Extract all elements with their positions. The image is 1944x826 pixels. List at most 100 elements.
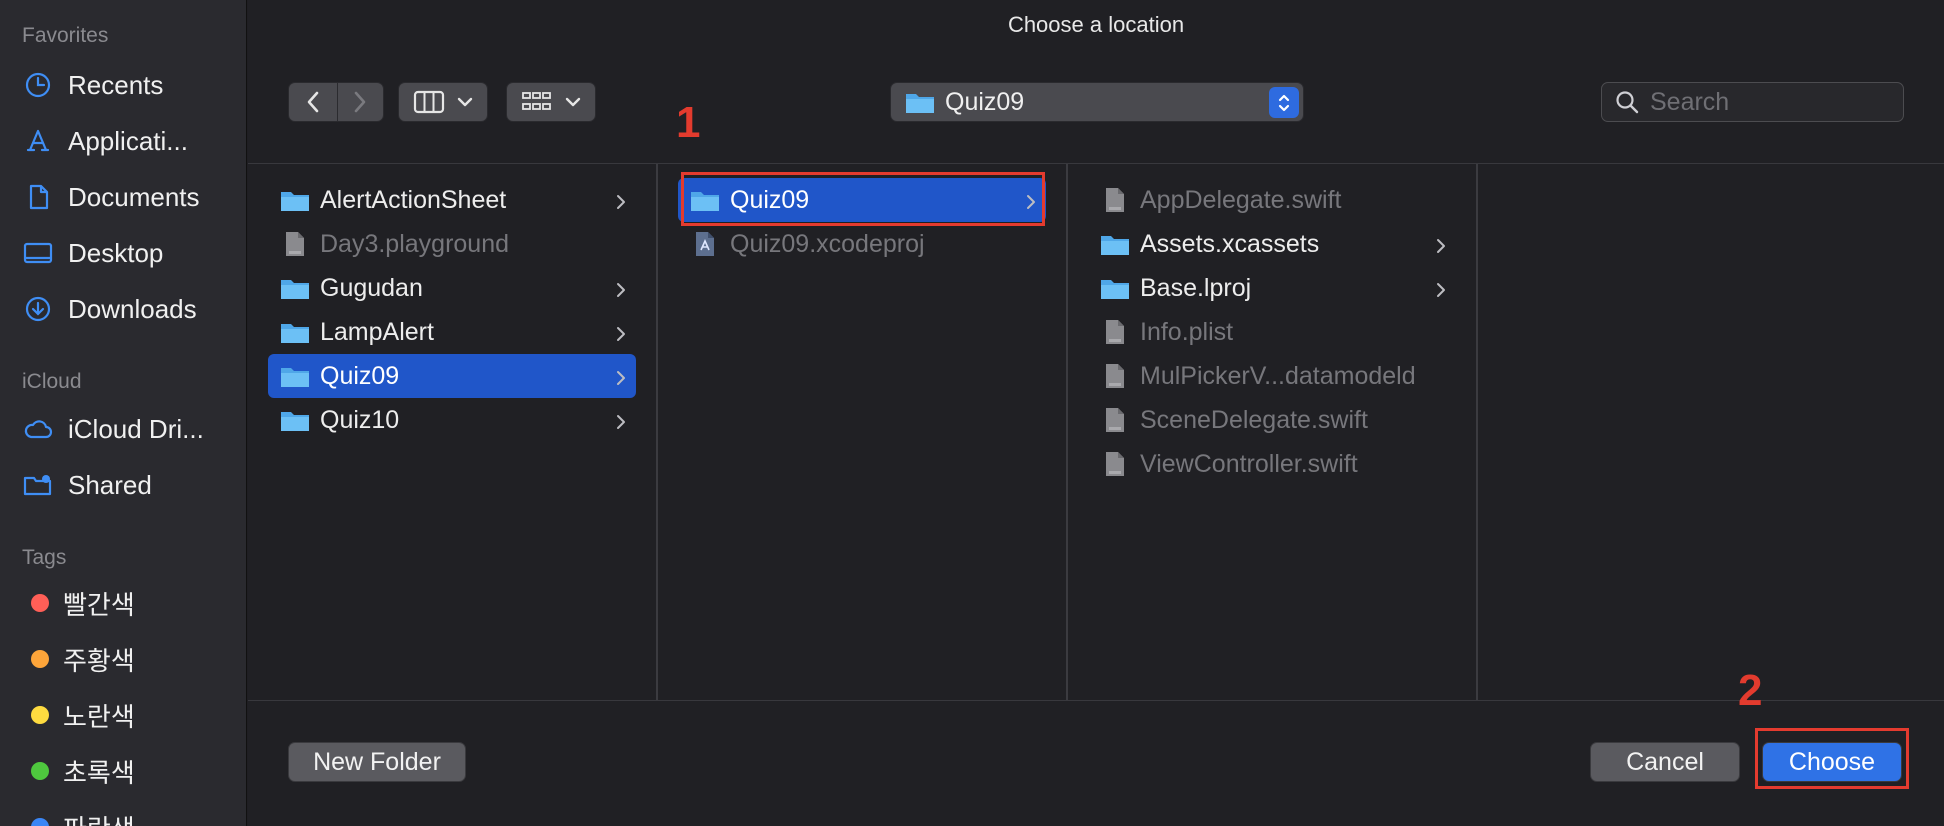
list-item-label: AppDelegate.swift bbox=[1140, 185, 1342, 214]
column-divider bbox=[1066, 164, 1068, 700]
chevron-down-icon bbox=[565, 97, 581, 107]
list-item[interactable]: Day3.playground bbox=[268, 222, 636, 266]
sidebar-item-shared[interactable]: Shared bbox=[22, 465, 152, 505]
view-mode-button[interactable] bbox=[398, 82, 488, 122]
list-item-label: Info.plist bbox=[1140, 317, 1234, 346]
list-item-label: Day3.playground bbox=[320, 229, 510, 258]
sidebar-item-label: Desktop bbox=[68, 237, 164, 268]
chevron-right-icon bbox=[1436, 277, 1446, 306]
list-item[interactable]: Quiz09.xcodeproj bbox=[678, 222, 1046, 266]
sidebar-item-label: Shared bbox=[68, 469, 152, 500]
chevron-right-icon bbox=[354, 91, 365, 113]
folder-icon bbox=[280, 275, 310, 301]
sidebar-tag-blue[interactable]: 파란색 bbox=[22, 807, 135, 826]
back-button[interactable] bbox=[289, 83, 336, 121]
chevron-right-icon bbox=[616, 321, 626, 350]
tag-color-dot bbox=[31, 650, 49, 668]
list-item[interactable]: Info.plist bbox=[1088, 310, 1456, 354]
list-item[interactable]: Gugudan bbox=[268, 266, 636, 310]
list-item-label: Assets.xcassets bbox=[1140, 229, 1320, 258]
list-item[interactable]: AlertActionSheet bbox=[268, 178, 636, 222]
list-item[interactable]: MulPickerV...datamodeld bbox=[1088, 354, 1456, 398]
step-2-label: 2 bbox=[1738, 666, 1763, 715]
list-item[interactable]: Base.lproj bbox=[1088, 266, 1456, 310]
choose-button[interactable]: Choose bbox=[1762, 742, 1902, 782]
new-folder-button[interactable]: New Folder bbox=[288, 742, 466, 782]
location-popup[interactable]: Quiz09 bbox=[890, 82, 1304, 122]
list-item-label: Gugudan bbox=[320, 273, 423, 302]
list-item-label: AlertActionSheet bbox=[320, 185, 507, 214]
folder-icon bbox=[280, 407, 310, 433]
list-item[interactable]: ViewController.swift bbox=[1088, 442, 1456, 486]
download-icon bbox=[22, 293, 54, 325]
sidebar-item-recents[interactable]: Recents bbox=[22, 65, 163, 105]
folder-icon bbox=[280, 319, 310, 345]
sidebar: Favorites Recents Applicati... Documents… bbox=[0, 0, 247, 826]
list-item[interactable]: LampAlert bbox=[268, 310, 636, 354]
folder-icon bbox=[906, 94, 934, 113]
sidebar-tag-orange[interactable]: 주황색 bbox=[22, 639, 135, 679]
sidebar-item-label: 주황색 bbox=[63, 645, 135, 676]
highlight-box-quiz09 bbox=[681, 172, 1045, 226]
nav-buttons bbox=[288, 82, 384, 122]
clock-icon bbox=[22, 69, 54, 101]
columns-view-icon bbox=[413, 90, 445, 114]
dialog-title: Choose a location bbox=[1007, 12, 1185, 37]
icloud-header: iCloud bbox=[22, 370, 82, 393]
browser-top-divider bbox=[248, 163, 1944, 164]
desktop-icon bbox=[22, 237, 54, 269]
favorites-header: Favorites bbox=[22, 24, 109, 47]
file-icon bbox=[1100, 407, 1130, 433]
list-item[interactable]: Quiz09 bbox=[268, 354, 636, 398]
file-dialog: Choose a location Quiz09 Search AlertAct… bbox=[248, 0, 1944, 826]
sidebar-item-label: 노란색 bbox=[63, 701, 135, 732]
list-item-label: Base.lproj bbox=[1140, 273, 1252, 302]
xcodeproj-icon bbox=[690, 231, 720, 257]
chevron-right-icon bbox=[616, 277, 626, 306]
forward-button[interactable] bbox=[336, 83, 383, 121]
document-icon bbox=[22, 181, 54, 213]
folder-icon bbox=[1100, 275, 1130, 301]
location-stepper[interactable] bbox=[1269, 87, 1299, 118]
tag-color-dot bbox=[31, 594, 49, 612]
file-icon bbox=[1100, 363, 1130, 389]
list-item[interactable]: AppDelegate.swift bbox=[1088, 178, 1456, 222]
grid-icon bbox=[522, 92, 551, 110]
chevron-left-icon bbox=[307, 91, 318, 113]
search-field[interactable] bbox=[1601, 82, 1904, 122]
file-icon bbox=[1100, 187, 1130, 213]
list-item-label: ViewController.swift bbox=[1140, 449, 1358, 478]
chevron-down-icon bbox=[457, 97, 473, 107]
cancel-button[interactable]: Cancel bbox=[1590, 742, 1740, 782]
sidebar-tag-red[interactable]: 빨간색 bbox=[22, 583, 135, 623]
sidebar-item-label: Downloads bbox=[68, 293, 197, 324]
list-item-label: Quiz10 bbox=[320, 405, 400, 434]
list-item-label: LampAlert bbox=[320, 317, 434, 346]
tags-header: Tags bbox=[22, 546, 67, 569]
applications-icon bbox=[22, 125, 54, 157]
location-label: Quiz09 bbox=[945, 87, 1025, 116]
sidebar-item-icloud-drive[interactable]: iCloud Dri... bbox=[22, 409, 204, 449]
sidebar-item-downloads[interactable]: Downloads bbox=[22, 289, 197, 329]
sidebar-tag-yellow[interactable]: 노란색 bbox=[22, 695, 135, 735]
search-input[interactable] bbox=[1650, 87, 1890, 117]
folder-icon bbox=[1100, 231, 1130, 257]
chevron-right-icon bbox=[616, 409, 626, 438]
tag-color-dot bbox=[31, 706, 49, 724]
sidebar-tag-green[interactable]: 초록색 bbox=[22, 751, 135, 791]
sidebar-item-label: Recents bbox=[68, 69, 164, 100]
list-item-label: Quiz09 bbox=[320, 361, 400, 390]
up-down-chevron-icon bbox=[1278, 94, 1290, 111]
sidebar-item-label: Applicati... bbox=[68, 125, 188, 156]
sidebar-item-desktop[interactable]: Desktop bbox=[22, 233, 163, 273]
list-item[interactable]: Quiz10 bbox=[268, 398, 636, 442]
list-item[interactable]: Assets.xcassets bbox=[1088, 222, 1456, 266]
sidebar-item-applications[interactable]: Applicati... bbox=[22, 121, 188, 161]
search-icon bbox=[1616, 91, 1639, 114]
sidebar-item-documents[interactable]: Documents bbox=[22, 177, 200, 217]
chevron-right-icon bbox=[616, 189, 626, 218]
list-item[interactable]: SceneDelegate.swift bbox=[1088, 398, 1456, 442]
browser-bottom-divider bbox=[248, 700, 1944, 701]
group-button[interactable] bbox=[506, 82, 596, 122]
list-item-label: MulPickerV...datamodeld bbox=[1140, 361, 1416, 390]
